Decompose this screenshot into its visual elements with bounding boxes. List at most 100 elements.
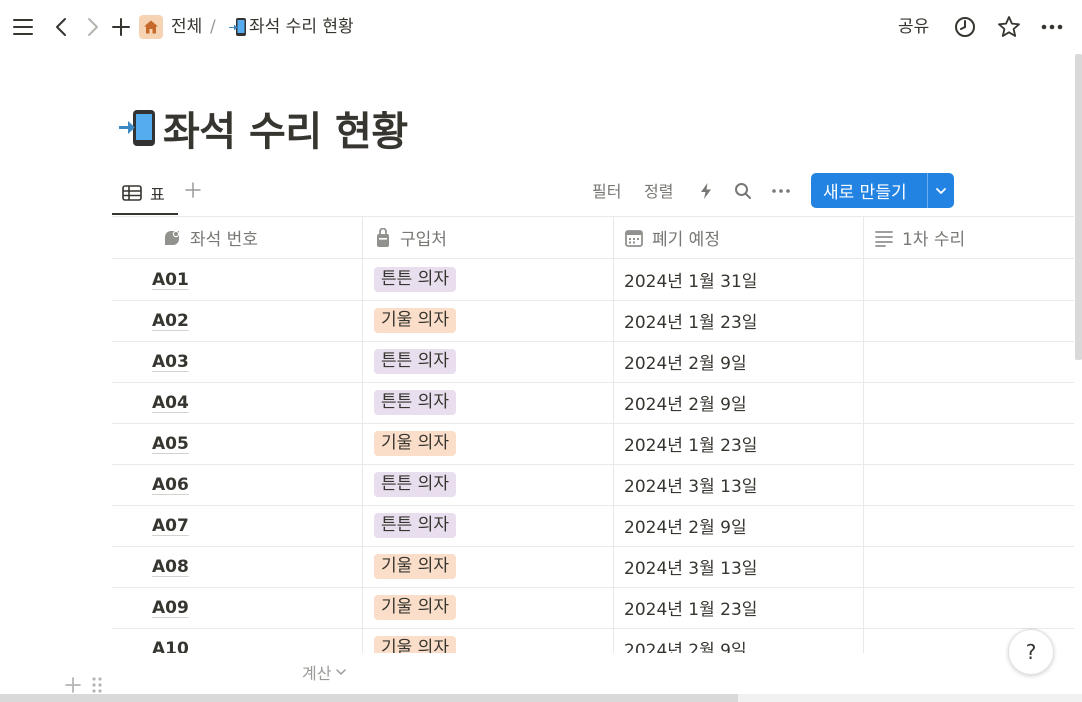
seat-number[interactable]: A03 — [152, 352, 189, 372]
table-row[interactable]: A02 기울 의자 2024년 1월 23일 — [112, 300, 1074, 342]
seat-number[interactable]: A07 — [152, 516, 189, 536]
disposal-date: 2024년 1월 31일 — [624, 272, 758, 292]
cell-disposal-date[interactable]: 2024년 2월 9일 — [624, 628, 747, 653]
more-icon[interactable] — [1040, 15, 1064, 39]
cell-disposal-date[interactable]: 2024년 1월 23일 — [624, 423, 757, 464]
add-icon[interactable] — [110, 16, 132, 38]
cell-disposal-date[interactable]: 2024년 1월 31일 — [624, 259, 757, 300]
seat-number[interactable]: A02 — [152, 311, 189, 331]
cell-seat[interactable]: A06 — [152, 464, 189, 505]
breadcrumb-page[interactable]: 좌석 수리 현황 — [228, 15, 354, 39]
cell-disposal-date[interactable]: 2024년 2월 9일 — [624, 341, 747, 382]
cell-first-repair[interactable] — [864, 423, 1074, 464]
phone-arrow-icon — [119, 110, 155, 146]
sort-button[interactable]: 정렬 — [644, 180, 673, 204]
vertical-scrollbar[interactable] — [1075, 54, 1082, 360]
menu-icon[interactable] — [12, 16, 34, 38]
cell-disposal-date[interactable]: 2024년 3월 13일 — [624, 546, 757, 587]
tab-table[interactable]: 표 — [112, 172, 178, 215]
breadcrumb-page-label: 좌석 수리 현황 — [249, 17, 354, 37]
home-icon[interactable] — [139, 15, 163, 39]
cell-first-repair[interactable] — [864, 259, 1074, 300]
forward-arrow-icon[interactable] — [84, 16, 102, 38]
cell-vendor[interactable]: 튼튼 의자 — [374, 505, 456, 546]
cell-seat[interactable]: A04 — [152, 382, 189, 423]
view-more-icon[interactable] — [770, 181, 792, 201]
drag-handle-icon[interactable] — [90, 676, 104, 694]
cell-seat[interactable]: A10 — [152, 628, 189, 654]
vendor-tag: 튼튼 의자 — [374, 513, 456, 538]
cell-first-repair[interactable] — [864, 382, 1074, 423]
database-table: 좌석 번호 구입처 폐기 예정 1차 수리 A01 튼튼 의자 2024년 1월 3… — [112, 216, 1074, 653]
automation-icon[interactable] — [697, 181, 715, 201]
table-row[interactable]: A09 기울 의자 2024년 1월 23일 — [112, 587, 1074, 629]
star-icon[interactable] — [997, 15, 1021, 39]
filter-button[interactable]: 필터 — [592, 180, 621, 204]
seat-number[interactable]: A05 — [152, 434, 189, 454]
cell-vendor[interactable]: 기울 의자 — [374, 628, 456, 653]
table-row[interactable]: A03 튼튼 의자 2024년 2월 9일 — [112, 341, 1074, 383]
new-button[interactable]: 새로 만들기 — [811, 173, 954, 208]
seat-number[interactable]: A09 — [152, 598, 189, 618]
cell-seat[interactable]: A03 — [152, 341, 189, 382]
cell-seat[interactable]: A09 — [152, 587, 189, 628]
seat-number[interactable]: A04 — [152, 393, 189, 413]
table-row[interactable]: A05 기울 의자 2024년 1월 23일 — [112, 423, 1074, 465]
seat-number[interactable]: A08 — [152, 557, 189, 577]
column-header-repair[interactable]: 1차 수리 — [874, 217, 965, 258]
cell-disposal-date[interactable]: 2024년 2월 9일 — [624, 382, 747, 423]
table-row[interactable]: A06 튼튼 의자 2024년 3월 13일 — [112, 464, 1074, 506]
column-header-label: 좌석 번호 — [190, 230, 258, 250]
add-row-icon[interactable] — [64, 676, 82, 694]
cell-disposal-date[interactable]: 2024년 1월 23일 — [624, 300, 757, 341]
cell-vendor[interactable]: 튼튼 의자 — [374, 341, 456, 382]
breadcrumb-root[interactable]: 전체 — [171, 15, 202, 39]
table-row[interactable]: A08 기울 의자 2024년 3월 13일 — [112, 546, 1074, 588]
cell-disposal-date[interactable]: 2024년 1월 23일 — [624, 587, 757, 628]
calculate-button[interactable]: 계산 — [302, 660, 347, 684]
column-header-disposal[interactable]: 폐기 예정 — [624, 217, 720, 258]
seat-number[interactable]: A06 — [152, 475, 189, 495]
table-row[interactable]: A10 기울 의자 2024년 2월 9일 — [112, 628, 1074, 653]
cell-seat[interactable]: A01 — [152, 259, 189, 300]
seat-number[interactable]: A10 — [152, 639, 189, 654]
column-header-vendor[interactable]: 구입처 — [374, 217, 447, 258]
cell-seat[interactable]: A08 — [152, 546, 189, 587]
seat-number[interactable]: A01 — [152, 270, 189, 290]
back-arrow-icon[interactable] — [52, 16, 70, 38]
cell-vendor[interactable]: 기울 의자 — [374, 423, 456, 464]
add-view-icon[interactable] — [184, 180, 202, 200]
calculate-label: 계산 — [302, 664, 332, 683]
cell-seat[interactable]: A02 — [152, 300, 189, 341]
column-header-seat[interactable]: 좌석 번호 — [162, 217, 258, 258]
help-button[interactable]: ? — [1008, 629, 1054, 675]
horizontal-scrollbar[interactable] — [0, 694, 738, 702]
cell-vendor[interactable]: 기울 의자 — [374, 300, 456, 341]
share-button[interactable]: 공유 — [898, 15, 929, 39]
clock-icon[interactable] — [953, 15, 977, 39]
cell-vendor[interactable]: 튼튼 의자 — [374, 464, 456, 505]
cell-vendor[interactable]: 기울 의자 — [374, 587, 456, 628]
cell-first-repair[interactable] — [864, 464, 1074, 505]
cell-vendor[interactable]: 튼튼 의자 — [374, 259, 456, 300]
table-row[interactable]: A01 튼튼 의자 2024년 1월 31일 — [112, 259, 1074, 301]
cell-first-repair[interactable] — [864, 587, 1074, 628]
cell-first-repair[interactable] — [864, 341, 1074, 382]
table-row[interactable]: A07 튼튼 의자 2024년 2월 9일 — [112, 505, 1074, 547]
cell-first-repair[interactable] — [864, 546, 1074, 587]
cell-vendor[interactable]: 기울 의자 — [374, 546, 456, 587]
cell-vendor[interactable]: 튼튼 의자 — [374, 382, 456, 423]
cell-seat[interactable]: A07 — [152, 505, 189, 546]
vendor-tag: 기울 의자 — [374, 431, 456, 456]
disposal-date: 2024년 2월 9일 — [624, 354, 747, 374]
cell-seat[interactable]: A05 — [152, 423, 189, 464]
cell-disposal-date[interactable]: 2024년 2월 9일 — [624, 505, 747, 546]
cell-first-repair[interactable] — [864, 300, 1074, 341]
page-title[interactable]: 좌석 수리 현황 — [163, 99, 408, 157]
search-icon[interactable] — [733, 181, 753, 201]
new-button-label: 새로 만들기 — [823, 183, 907, 203]
cell-first-repair[interactable] — [864, 505, 1074, 546]
table-row[interactable]: A04 튼튼 의자 2024년 2월 9일 — [112, 382, 1074, 424]
chevron-down-icon[interactable] — [928, 187, 954, 195]
cell-disposal-date[interactable]: 2024년 3월 13일 — [624, 464, 757, 505]
